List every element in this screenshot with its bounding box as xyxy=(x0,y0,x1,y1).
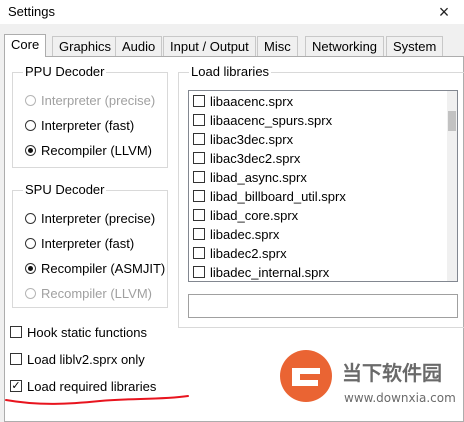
checkbox-label: Hook static functions xyxy=(27,324,147,340)
list-item[interactable]: libac3dec.sprx xyxy=(193,130,293,148)
list-item-label: libaacenc_spurs.sprx xyxy=(210,112,333,128)
tab-audio[interactable]: Audio xyxy=(115,36,163,57)
checkmark-icon[interactable]: ✓ xyxy=(10,380,22,392)
checkbox-box[interactable] xyxy=(193,171,205,183)
library-filter-input[interactable] xyxy=(188,294,458,318)
radio-circle[interactable] xyxy=(25,119,36,131)
tab-input-output[interactable]: Input / Output xyxy=(163,36,256,57)
radio-circle[interactable] xyxy=(25,287,36,299)
list-item[interactable]: libaacenc_spurs.sprx xyxy=(193,111,332,129)
radio-label: Interpreter (fast) xyxy=(41,235,135,251)
list-item-label: libad_async.sprx xyxy=(210,169,307,185)
checkbox-label: Load liblv2.sprx only xyxy=(27,351,145,367)
list-item-label: libac3dec.sprx xyxy=(210,131,294,147)
checkbox-box[interactable] xyxy=(193,133,205,145)
checkbox-box[interactable] xyxy=(193,95,205,107)
list-item[interactable]: libad_billboard_util.sprx xyxy=(193,187,346,205)
checkbox-box[interactable] xyxy=(10,326,22,338)
radio-circle[interactable] xyxy=(25,262,36,274)
red-underline-annotation xyxy=(5,395,189,405)
list-item[interactable]: libad_async.sprx xyxy=(193,168,307,186)
hook-static-functions-checkbox[interactable]: Hook static functions xyxy=(10,323,147,341)
checkbox-box[interactable] xyxy=(193,152,205,164)
spu-recompiler-asmjit-radio[interactable]: Recompiler (ASMJIT) xyxy=(25,259,165,277)
svg-text:www.downxia.com: www.downxia.com xyxy=(344,391,456,405)
load-liblv2-only-checkbox[interactable]: Load liblv2.sprx only xyxy=(10,350,145,368)
list-item-label: libac3dec2.sprx xyxy=(210,150,301,166)
tab-misc[interactable]: Misc xyxy=(257,36,298,57)
tab-networking[interactable]: Networking xyxy=(305,36,385,57)
ppu-interpreter-precise-radio[interactable]: Interpreter (precise) xyxy=(25,91,155,109)
tab-system[interactable]: System xyxy=(386,36,444,57)
tab-core[interactable]: Core xyxy=(4,34,47,57)
list-item[interactable]: libadec2.sprx xyxy=(193,244,287,262)
spu-interpreter-precise-radio[interactable]: Interpreter (precise) xyxy=(25,209,155,227)
list-scrollbar[interactable] xyxy=(447,91,457,281)
list-item-label: libadec2.sprx xyxy=(210,245,287,261)
checkbox-box[interactable] xyxy=(193,114,205,126)
list-item[interactable]: libad_core.sprx xyxy=(193,206,298,224)
checkbox-box[interactable] xyxy=(193,228,205,240)
radio-label: Interpreter (precise) xyxy=(41,210,156,226)
list-item[interactable]: libadec_internal.sprx xyxy=(193,263,329,281)
spu-decoder-group: SPU Decoder Interpreter (precise) Interp… xyxy=(12,182,168,308)
ppu-interpreter-fast-radio[interactable]: Interpreter (fast) xyxy=(25,116,134,134)
radio-circle[interactable] xyxy=(25,94,36,106)
list-item-label: libad_core.sprx xyxy=(210,207,299,223)
radio-circle[interactable] xyxy=(25,144,36,156)
radio-label: Interpreter (fast) xyxy=(41,117,135,133)
list-item-label: libadec_internal.sprx xyxy=(210,264,330,280)
scrollbar-thumb[interactable] xyxy=(448,111,456,131)
window-title: Settings xyxy=(8,4,55,19)
ppu-recompiler-llvm-radio[interactable]: Recompiler (LLVM) xyxy=(25,141,152,159)
checkbox-box[interactable] xyxy=(193,266,205,278)
list-item-label: libadec.sprx xyxy=(210,226,280,242)
checkbox-box[interactable] xyxy=(193,209,205,221)
ppu-decoder-legend: PPU Decoder xyxy=(23,64,107,79)
libraries-list[interactable]: libaacenc.sprx libaacenc_spurs.sprx liba… xyxy=(188,90,458,282)
ppu-decoder-group: PPU Decoder Interpreter (precise) Interp… xyxy=(12,64,168,168)
close-icon[interactable]: × xyxy=(434,2,454,22)
checkbox-box[interactable] xyxy=(193,247,205,259)
spu-decoder-legend: SPU Decoder xyxy=(23,182,107,197)
list-item[interactable]: libadec.sprx xyxy=(193,225,279,243)
list-item[interactable]: libac3dec2.sprx xyxy=(193,149,300,167)
radio-label: Recompiler (ASMJIT) xyxy=(41,260,166,276)
list-item-label: libaacenc.sprx xyxy=(210,93,294,109)
spu-interpreter-fast-radio[interactable]: Interpreter (fast) xyxy=(25,234,134,252)
radio-label: Recompiler (LLVM) xyxy=(41,285,153,301)
svg-text:当下软件园: 当下软件园 xyxy=(342,361,442,385)
tab-graphics[interactable]: Graphics xyxy=(52,36,119,57)
title-bar: Settings × xyxy=(0,0,464,24)
radio-circle[interactable] xyxy=(25,237,36,249)
list-item[interactable]: libaacenc.sprx xyxy=(193,92,293,110)
radio-label: Interpreter (precise) xyxy=(41,92,156,108)
radio-label: Recompiler (LLVM) xyxy=(41,142,153,158)
load-libraries-legend: Load libraries xyxy=(189,64,272,79)
checkbox-box[interactable] xyxy=(10,353,22,365)
spu-recompiler-llvm-radio[interactable]: Recompiler (LLVM) xyxy=(25,284,152,302)
radio-circle[interactable] xyxy=(25,212,36,224)
list-item-label: libad_billboard_util.sprx xyxy=(210,188,346,204)
downxia-watermark-logo: 当下软件园 www.downxia.com xyxy=(280,350,456,405)
checkbox-box[interactable] xyxy=(193,190,205,202)
